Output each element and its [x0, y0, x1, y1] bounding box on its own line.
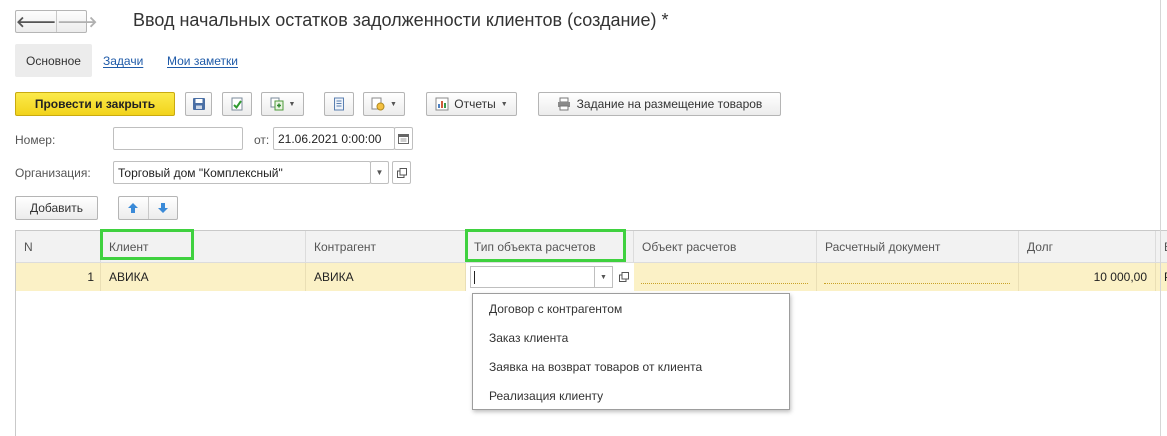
back-arrow-icon[interactable]: 🡐 — [16, 11, 56, 32]
chevron-down-icon: ▼ — [288, 100, 296, 108]
document-movements-button[interactable] — [324, 92, 354, 116]
save-icon — [192, 98, 205, 110]
create-based-on-icon — [270, 97, 284, 111]
column-n-header[interactable]: N — [16, 231, 101, 262]
post-button[interactable] — [222, 92, 252, 116]
tab-my-notes[interactable]: Мои заметки — [167, 54, 238, 68]
column-document-header[interactable]: Расчетный документ — [817, 231, 1019, 262]
client-header-highlight — [100, 229, 194, 260]
chevron-down-icon: ▼ — [600, 273, 607, 281]
text-cursor — [474, 270, 475, 284]
client-cell[interactable]: АВИКА — [101, 263, 306, 291]
object-type-input[interactable] — [470, 266, 594, 288]
column-extra-header[interactable]: В — [1156, 231, 1167, 262]
dropdown-option-return-request[interactable]: Заявка на возврат товаров от клиента — [489, 360, 702, 374]
document-clock-icon — [371, 97, 385, 111]
extra-cell[interactable]: Р — [1156, 263, 1167, 291]
placement-task-label: Задание на размещение товаров — [576, 97, 763, 111]
object-type-dropdown-list: Договор с контрагентом Заказ клиента Зая… — [472, 293, 790, 410]
debt-cell[interactable]: 10 000,00 — [1019, 263, 1156, 291]
list-icon — [334, 97, 344, 111]
object-type-cell[interactable]: ▼ — [466, 263, 634, 291]
open-window-icon — [618, 272, 629, 282]
number-label: Номер: — [15, 133, 56, 147]
forward-arrow-icon[interactable]: 🡒 — [56, 11, 97, 32]
arrow-up-icon — [128, 203, 139, 213]
create-based-on-button[interactable]: ▼ — [261, 92, 304, 116]
post-document-icon — [231, 97, 243, 111]
column-debt-header[interactable]: Долг — [1019, 231, 1156, 262]
table-row[interactable]: 1 АВИКА АВИКА ▼ 10 000,00 Р — [16, 263, 1167, 291]
document-cell[interactable] — [817, 263, 1019, 291]
empty-field-underline — [824, 283, 1010, 284]
contractor-cell[interactable]: АВИКА — [306, 263, 466, 291]
object-type-header-highlight — [465, 229, 626, 262]
chevron-down-icon: ▼ — [500, 100, 508, 108]
organization-open-button[interactable] — [392, 161, 411, 184]
row-number: 1 — [16, 263, 101, 291]
reports-icon — [435, 97, 449, 111]
reports-label: Отчеты — [454, 97, 496, 111]
calendar-button[interactable] — [394, 127, 413, 150]
arrow-down-icon — [157, 203, 168, 213]
tab-tasks[interactable]: Задачи — [103, 54, 143, 68]
organization-input[interactable]: Торговый дом "Комплексный" — [113, 161, 371, 184]
column-contractor-header[interactable]: Контрагент — [306, 231, 466, 262]
object-type-open-button[interactable] — [615, 266, 632, 288]
move-down-button[interactable] — [147, 197, 178, 219]
placement-task-button[interactable]: Задание на размещение товаров — [538, 92, 781, 116]
tab-main[interactable]: Основное — [15, 44, 92, 77]
attachments-button[interactable]: ▼ — [363, 92, 405, 116]
object-cell[interactable] — [634, 263, 817, 291]
add-row-button[interactable]: Добавить — [15, 196, 98, 220]
move-buttons — [118, 196, 178, 220]
chevron-down-icon: ▼ — [390, 100, 397, 108]
right-edge-divider — [1160, 0, 1161, 436]
navigation-arrows: 🡐 🡒 — [15, 10, 97, 33]
reports-button[interactable]: Отчеты ▼ — [426, 92, 517, 116]
date-input[interactable]: 21.06.2021 0:00:00 — [273, 127, 395, 150]
page-title: Ввод начальных остатков задолженности кл… — [133, 10, 669, 30]
dropdown-option-sale[interactable]: Реализация клиенту — [489, 389, 603, 403]
calendar-icon — [398, 134, 409, 144]
object-type-dropdown-button[interactable]: ▼ — [594, 266, 613, 288]
organization-dropdown-button[interactable]: ▼ — [370, 161, 389, 184]
printer-icon — [557, 97, 570, 111]
dropdown-option-contract[interactable]: Договор с контрагентом — [489, 302, 622, 316]
column-object-header[interactable]: Объект расчетов — [634, 231, 817, 262]
dropdown-option-client-order[interactable]: Заказ клиента — [489, 331, 568, 345]
move-up-button[interactable] — [119, 197, 148, 219]
save-button[interactable] — [185, 92, 212, 116]
empty-field-underline — [641, 283, 808, 284]
number-input[interactable] — [113, 127, 243, 150]
post-and-close-button[interactable]: Провести и закрыть — [15, 92, 175, 116]
open-window-icon — [396, 167, 407, 178]
chevron-down-icon: ▼ — [375, 168, 384, 177]
date-label: от: — [254, 133, 270, 147]
organization-label: Организация: — [15, 166, 91, 180]
